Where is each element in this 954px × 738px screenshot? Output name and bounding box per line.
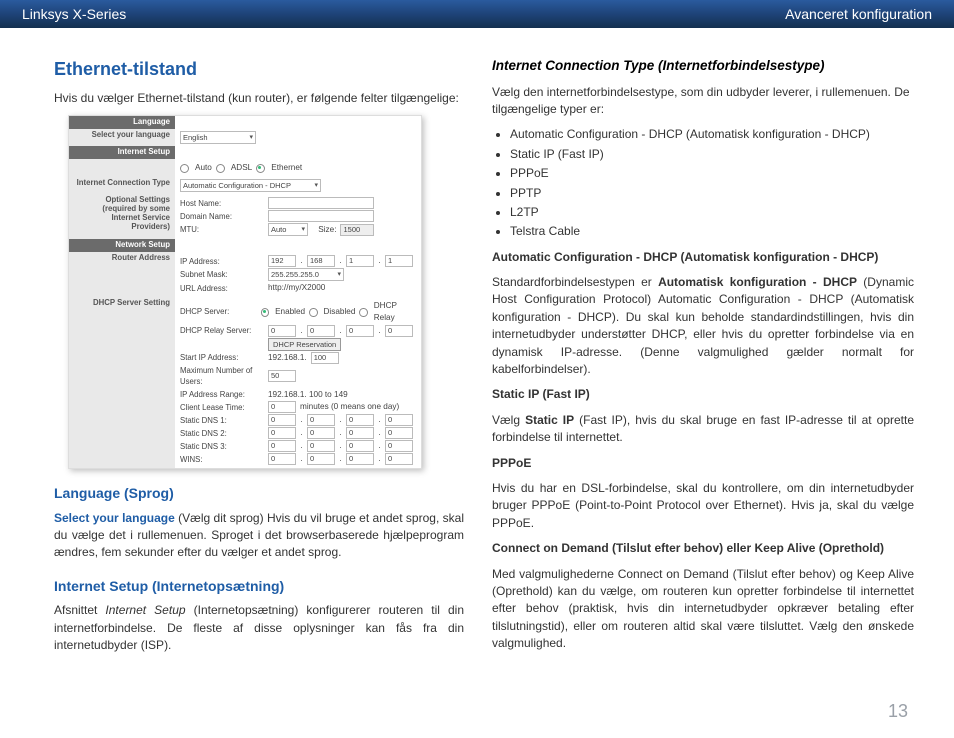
mtu-select[interactable]: Auto	[268, 223, 308, 236]
list-item: Telstra Cable	[510, 223, 914, 240]
header-right: Avanceret konfiguration	[785, 4, 932, 24]
cod-paragraph: Med valgmulighederne Connect on Demand (…	[492, 566, 914, 653]
label-ict: Internet Connection Type	[69, 177, 175, 194]
static-paragraph: Vælg Static IP (Fast IP), hvis du skal b…	[492, 412, 914, 447]
list-item: L2TP	[510, 204, 914, 221]
pppoe-subhead: PPPoE	[492, 455, 914, 472]
ethernet-heading: Ethernet-tilstand	[54, 56, 464, 82]
settings-screenshot: Language Select your language English In…	[68, 115, 422, 469]
list-item: Static IP (Fast IP)	[510, 146, 914, 163]
dhcp-subhead: Automatic Configuration - DHCP (Automati…	[492, 249, 914, 266]
language-heading: Language (Sprog)	[54, 483, 464, 503]
shot-section-language: Language	[69, 116, 175, 129]
header-left: Linksys X-Series	[22, 4, 126, 24]
radio-disabled[interactable]	[309, 308, 317, 317]
size-input[interactable]: 1500	[340, 224, 374, 236]
cod-subhead: Connect on Demand (Tilslut efter behov) …	[492, 540, 914, 557]
list-item: PPTP	[510, 185, 914, 202]
label-router-address: Router Address	[69, 252, 175, 297]
ict-heading: Internet Connection Type (Internetforbin…	[492, 56, 914, 76]
ict-intro: Vælg den internetforbindelsestype, som d…	[492, 84, 914, 119]
shot-section-internet-setup: Internet Setup	[69, 146, 175, 159]
radio-relay[interactable]	[359, 308, 367, 317]
radio-ethernet[interactable]	[256, 164, 265, 173]
connection-type-list: Automatic Configuration - DHCP (Automati…	[510, 126, 914, 240]
host-input[interactable]	[268, 197, 374, 209]
radio-auto[interactable]	[180, 164, 189, 173]
ict-select[interactable]: Automatic Configuration - DHCP	[180, 179, 321, 192]
header-bar: Linksys X-Series Avanceret konfiguration	[0, 0, 954, 28]
language-paragraph: Select your language (Vælg dit sprog) Hv…	[54, 510, 464, 562]
list-item: PPPoE	[510, 165, 914, 182]
radio-enabled[interactable]	[261, 308, 269, 317]
subnet-select[interactable]: 255.255.255.0	[268, 268, 344, 281]
static-subhead: Static IP (Fast IP)	[492, 386, 914, 403]
shot-section-network: Network Setup	[69, 239, 175, 252]
dhcp-reservation-button[interactable]: DHCP Reservation	[268, 338, 341, 351]
list-item: Automatic Configuration - DHCP (Automati…	[510, 126, 914, 143]
domain-input[interactable]	[268, 210, 374, 222]
label-dhcp-setting: DHCP Server Setting	[69, 297, 175, 468]
page-number: 13	[888, 698, 908, 724]
ethernet-intro: Hvis du vælger Ethernet-tilstand (kun ro…	[54, 90, 464, 107]
label-select-language: Select your language	[69, 129, 175, 146]
internet-setup-paragraph: Afsnittet Internet Setup (Internetopsætn…	[54, 602, 464, 654]
language-select[interactable]: English	[180, 131, 256, 144]
dhcp-paragraph: Standardforbindelsestypen er Automatisk …	[492, 274, 914, 378]
pppoe-paragraph: Hvis du har en DSL-forbindelse, skal du …	[492, 480, 914, 532]
radio-adsl[interactable]	[216, 164, 225, 173]
url-value: http://my/X2000	[268, 282, 325, 294]
label-optional: Optional Settings (required by some Inte…	[69, 194, 175, 239]
internet-setup-heading: Internet Setup (Internetopsætning)	[54, 576, 464, 596]
